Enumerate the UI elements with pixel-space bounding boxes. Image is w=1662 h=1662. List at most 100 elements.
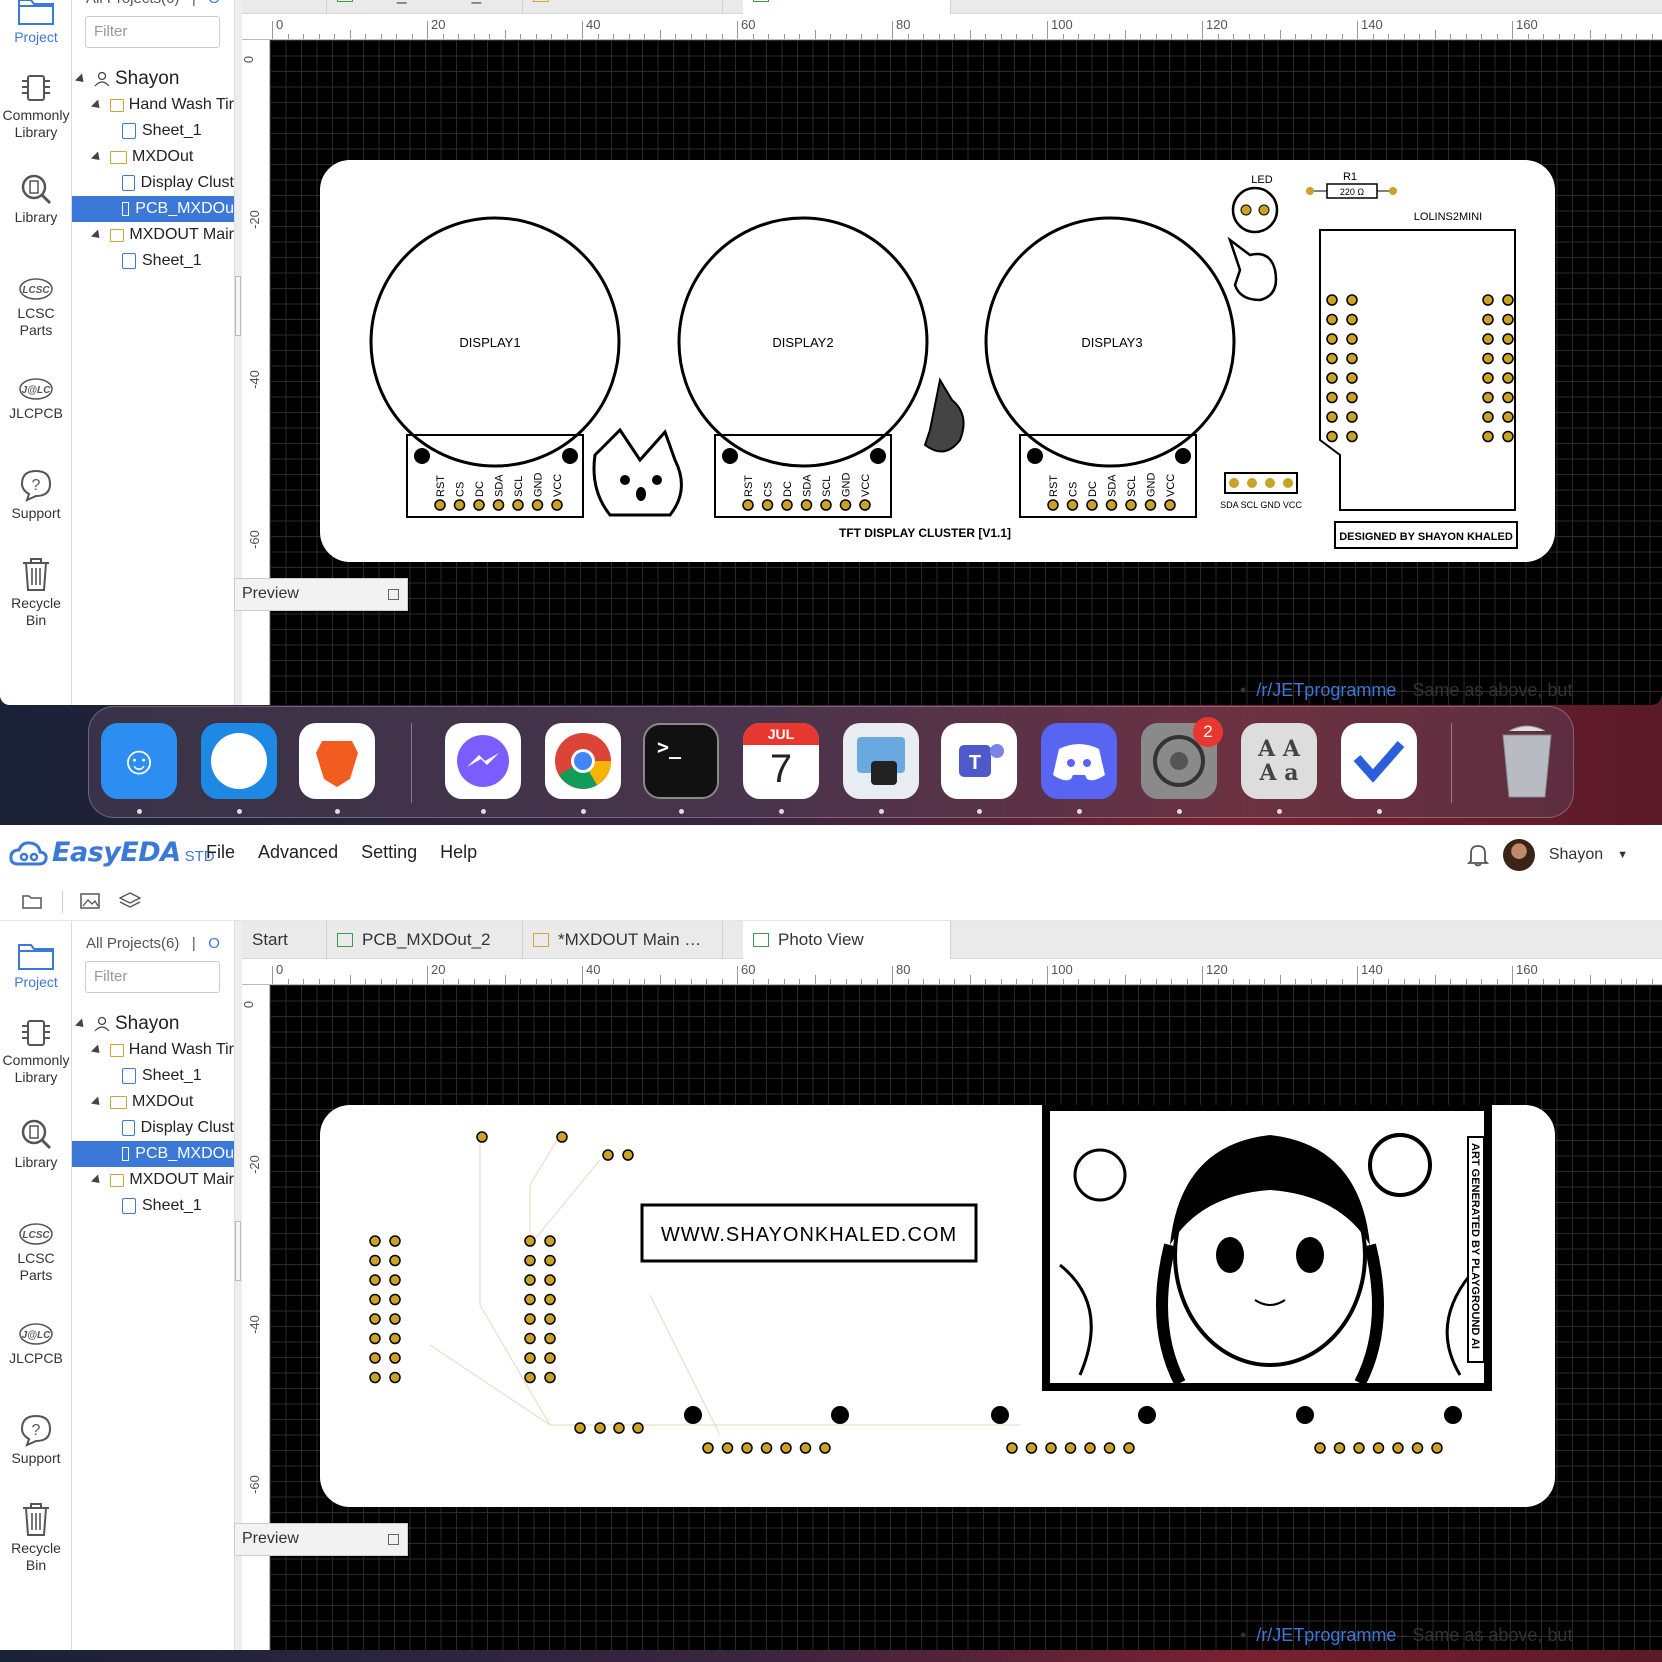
tab-label: PCB_MXDOut_2 <box>362 0 491 5</box>
expand-icon[interactable] <box>74 1017 88 1031</box>
menu-advanced[interactable]: Advanced <box>258 842 338 863</box>
nav-project[interactable]: Project <box>0 0 72 46</box>
tab-photo-view[interactable]: Photo View <box>743 921 951 959</box>
preview-panel[interactable]: Preview <box>234 1523 408 1556</box>
nav-project[interactable]: Project <box>0 939 72 991</box>
image-import-icon[interactable] <box>76 887 104 915</box>
nav-commonly-library[interactable]: Commonly Library <box>0 72 72 141</box>
tree-item-sheet[interactable]: Display Clust <box>72 1115 234 1141</box>
expand-icon[interactable] <box>90 228 104 242</box>
preview-label: Preview <box>242 585 299 602</box>
tree-item-sheet[interactable]: Sheet_1 <box>72 1063 234 1089</box>
all-projects-link[interactable]: All Projects(6) <box>86 0 179 7</box>
tree-item-project[interactable]: MXDOUT Mair <box>72 1167 234 1193</box>
menu-file[interactable]: File <box>206 842 235 863</box>
tree-item-sheet[interactable]: Sheet_1 <box>72 1193 234 1219</box>
led-label: LED <box>1251 174 1272 186</box>
toolbox-dock-icon[interactable] <box>1341 723 1417 799</box>
all-projects-link[interactable]: All Projects(6) <box>86 935 179 952</box>
gold-pad <box>1502 411 1514 423</box>
bell-icon[interactable] <box>1466 843 1489 867</box>
folder-icon <box>110 228 125 242</box>
gold-pad <box>741 1442 753 1454</box>
tree-item-pcb-selected[interactable]: PCB_MXDOu <box>72 1141 234 1167</box>
nav-lcsc-parts[interactable]: LCSC LCSC Parts <box>0 1221 72 1284</box>
nav-library[interactable]: Library <box>0 1117 72 1171</box>
dictionary-dock-icon[interactable]: A A A a <box>1241 723 1317 799</box>
safari-dock-icon[interactable] <box>201 723 277 799</box>
tab-schematic[interactable]: *MXDOUT Main … <box>523 921 723 959</box>
tree-item-sheet[interactable]: Sheet_1 <box>72 248 234 274</box>
tree-item-sheet[interactable]: Sheet_1 <box>72 118 234 144</box>
gold-pad <box>742 499 754 511</box>
messenger-dock-icon[interactable] <box>445 723 521 799</box>
gold-pad <box>389 1254 401 1267</box>
nav-recycle-bin[interactable]: Recycle Bin <box>0 556 72 629</box>
other-projects-link[interactable]: O <box>208 935 220 952</box>
tab-schematic[interactable]: *MXDOUT Main … <box>523 0 723 14</box>
expand-icon[interactable] <box>90 150 104 164</box>
maximize-icon[interactable] <box>388 1534 399 1545</box>
tab-photo-view[interactable]: Photo View <box>743 0 951 14</box>
tab-pcb[interactable]: PCB_MXDOut_2 <box>327 0 523 14</box>
chrome-dock-icon[interactable] <box>545 723 621 799</box>
tree-item-project[interactable]: Hand Wash Tir <box>72 92 234 118</box>
chevron-down-icon[interactable]: ▼ <box>1617 849 1628 861</box>
photo-view-canvas[interactable]: WWW.SHAYONKHALED.COM ART GENERATED BY PL… <box>270 985 1662 1650</box>
expand-icon[interactable] <box>90 98 104 112</box>
tree-item-project[interactable]: MXDOUT Mair <box>72 222 234 248</box>
menu-help[interactable]: Help <box>440 842 477 863</box>
nav-library[interactable]: Library <box>0 172 72 226</box>
nav-support[interactable]: ? Support <box>0 1413 72 1467</box>
filter-input[interactable]: Filter <box>85 16 220 48</box>
tree-item-pcb-selected[interactable]: PCB_MXDOu <box>72 196 234 222</box>
preview-dock-icon[interactable] <box>843 723 919 799</box>
other-projects-link[interactable]: O <box>208 0 220 7</box>
nav-commonly-library[interactable]: Commonly Library <box>0 1017 72 1086</box>
ruler-tick-label: 20 <box>431 962 446 977</box>
finder-dock-icon[interactable]: ☺ <box>101 723 177 799</box>
maximize-icon[interactable] <box>388 589 399 600</box>
ruler-tick-label: 100 <box>1051 962 1073 977</box>
background-page-text: • /r/JETprogramme - Same as above, but <box>1240 680 1573 700</box>
folder-open-icon[interactable] <box>18 887 46 915</box>
gold-pad <box>781 499 793 511</box>
menu-setting[interactable]: Setting <box>361 842 417 863</box>
background-link[interactable]: /r/JETprogramme <box>1256 680 1396 700</box>
calendar-dock-icon[interactable]: JUL 7 <box>743 723 819 799</box>
tree-item-user[interactable]: Shayon <box>72 66 234 92</box>
tree-item-user[interactable]: Shayon <box>72 1011 234 1037</box>
preview-panel[interactable]: Preview <box>234 578 408 611</box>
photo-view-canvas[interactable]: DISPLAY1 DISPLAY2 DISPLAY3 RST CS DC SDA SCL… <box>270 40 1662 705</box>
nav-support[interactable]: ? Support <box>0 468 72 522</box>
expand-icon[interactable] <box>90 1173 104 1187</box>
nav-recycle-bin[interactable]: Recycle Bin <box>0 1501 72 1574</box>
easyeda-logo[interactable]: EasyEDA STD <box>8 837 215 868</box>
pin-label: DC <box>474 481 486 497</box>
nav-jlcpcb[interactable]: J@LC JLCPCB <box>0 376 72 422</box>
expand-icon[interactable] <box>90 1095 104 1109</box>
background-link[interactable]: /r/JETprogramme <box>1256 1625 1396 1645</box>
tab-start[interactable]: Start <box>242 0 327 14</box>
trash-dock-icon[interactable] <box>1489 723 1565 799</box>
tree-item-project[interactable]: MXDOut <box>72 1089 234 1115</box>
discord-dock-icon[interactable] <box>1041 723 1117 799</box>
expand-icon[interactable] <box>90 1043 104 1057</box>
tree-item-sheet[interactable]: Display Clust <box>72 170 234 196</box>
nav-jlcpcb[interactable]: J@LC JLCPCB <box>0 1321 72 1367</box>
nav-lcsc-parts[interactable]: LCSC LCSC Parts <box>0 276 72 339</box>
tab-pcb[interactable]: PCB_MXDOut_2 <box>327 921 523 959</box>
tree-item-project[interactable]: MXDOut <box>72 144 234 170</box>
teams-dock-icon[interactable]: T <box>941 723 1017 799</box>
user-name[interactable]: Shayon <box>1549 846 1603 864</box>
tab-start[interactable]: Start <box>242 921 327 959</box>
brave-dock-icon[interactable] <box>299 723 375 799</box>
easyeda-window-bottom: EasyEDA STD File Advanced Setting Help S… <box>0 825 1662 1650</box>
layers-icon[interactable] <box>116 887 144 915</box>
tree-item-project[interactable]: Hand Wash Tir <box>72 1037 234 1063</box>
avatar[interactable] <box>1502 839 1535 871</box>
expand-icon[interactable] <box>74 72 88 86</box>
system-settings-dock-icon[interactable]: 2 <box>1141 717 1223 799</box>
terminal-dock-icon[interactable]: >_ <box>643 723 719 799</box>
filter-input[interactable]: Filter <box>85 961 220 993</box>
